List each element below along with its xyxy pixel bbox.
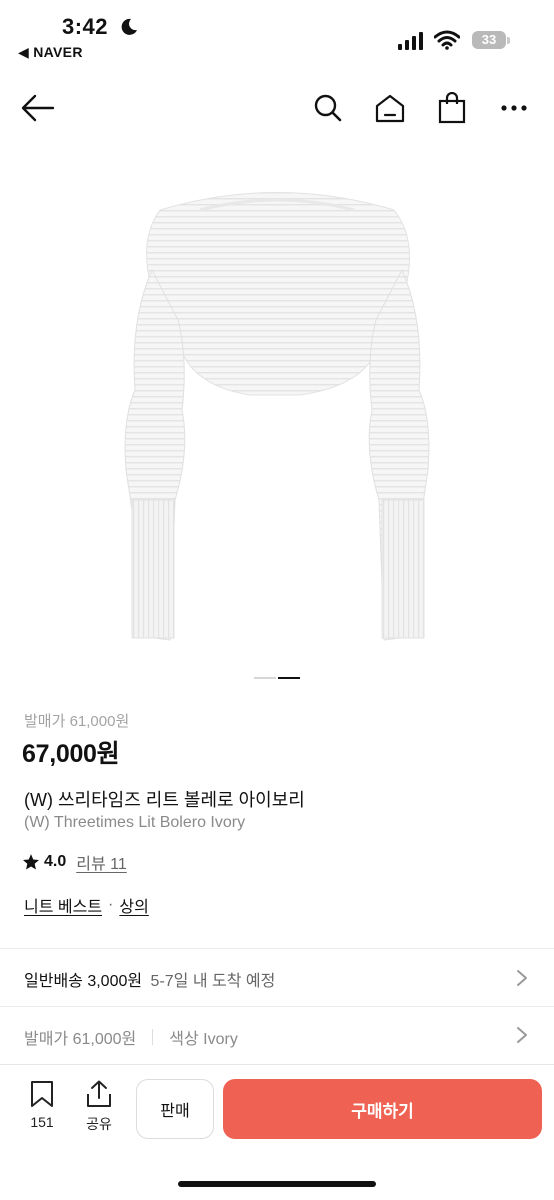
option-row[interactable]: 발매가 61,000원 색상 Ivory (0, 1007, 554, 1063)
category-row: 니트 베스트 · 상의 (24, 893, 149, 917)
review-link[interactable]: 리뷰 11 (76, 850, 127, 874)
save-button[interactable]: 151 (22, 1080, 62, 1136)
share-label: 공유 (86, 1116, 112, 1132)
battery-tip (507, 37, 510, 44)
option-group: 발매가 61,000원 색상 Ivory (24, 1025, 238, 1049)
moon-icon (121, 18, 137, 35)
shipping-row[interactable]: 일반배송 3,000원 5-7일 내 도착 예정 (0, 949, 554, 1006)
buy-button[interactable]: 구매하기 (223, 1079, 542, 1139)
chevron-right-icon (517, 1027, 527, 1043)
category-link-knit-vest[interactable]: 니트 베스트 (24, 893, 102, 917)
bookmark-icon (31, 1081, 53, 1107)
home-icon (375, 94, 405, 123)
star-icon (22, 854, 40, 870)
back-to-app-link[interactable]: ◀ NAVER (18, 44, 83, 61)
buy-button-label: 구매하기 (351, 1101, 414, 1121)
cart-button[interactable] (432, 88, 472, 128)
search-button[interactable] (308, 88, 348, 128)
product-name-korean: (W) 쓰리타임즈 리트 볼레로 아이보리 (24, 790, 305, 810)
bottom-bar-divider (0, 1064, 554, 1065)
home-button[interactable] (370, 88, 410, 128)
sell-button[interactable]: 판매 (136, 1079, 214, 1139)
sale-price: 67,000원 (22, 740, 120, 768)
back-button[interactable] (18, 88, 58, 128)
shipping-fee: 일반배송 3,000원 (24, 973, 143, 990)
product-image[interactable] (100, 170, 454, 660)
search-icon (314, 94, 342, 122)
save-count: 151 (30, 1114, 54, 1130)
chevron-right-icon (517, 970, 527, 986)
status-time: 3:42 (62, 14, 109, 39)
battery-indicator: 33 (472, 31, 506, 49)
wifi-icon (434, 30, 460, 50)
rating-value: 4.0 (44, 853, 67, 870)
release-price: 발매가 61,000원 (24, 1031, 137, 1048)
option-separator (152, 1029, 154, 1045)
product-name-english: (W) Threetimes Lit Bolero Ivory (24, 814, 246, 831)
arrow-left-icon (21, 94, 55, 122)
category-link-top[interactable]: 상의 (119, 893, 148, 917)
sell-button-label: 판매 (160, 1103, 190, 1120)
shopping-bag-icon (438, 92, 466, 124)
signal-icon (398, 32, 423, 50)
home-indicator (178, 1181, 376, 1187)
carousel-dot-1[interactable] (254, 677, 276, 679)
share-icon (87, 1080, 111, 1107)
category-separator: · (108, 896, 114, 913)
rating-row: 4.0 리뷰 11 (22, 850, 127, 874)
carousel-dot-2[interactable] (278, 677, 300, 679)
more-icon (501, 105, 527, 111)
share-button[interactable]: 공유 (79, 1080, 119, 1136)
more-button[interactable] (494, 88, 534, 128)
list-price: 발매가 61,000원 (24, 713, 130, 730)
shipping-eta: 5-7일 내 도착 예정 (150, 973, 276, 990)
color-option: 색상 Ivory (169, 1031, 238, 1048)
shipping-label-group: 일반배송 3,000원 5-7일 내 도착 예정 (24, 967, 275, 991)
